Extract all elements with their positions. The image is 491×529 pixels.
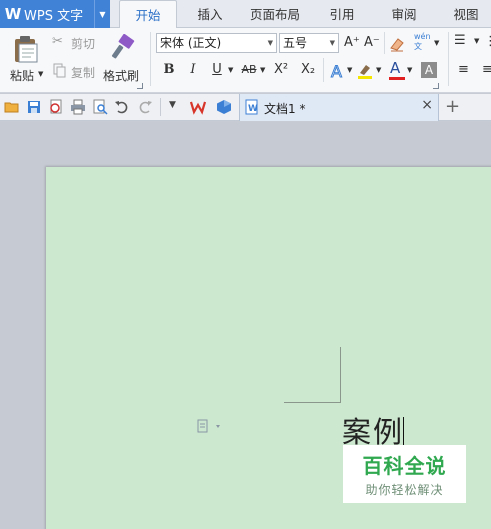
scissors-icon: ✂ bbox=[52, 34, 63, 49]
watermark-badge: 百科全说 助你轻松解决 bbox=[343, 445, 466, 503]
quick-access-toolbar: ▼ W 文档1 * × + bbox=[0, 94, 491, 121]
paste-button[interactable]: 粘贴 ▼ bbox=[6, 32, 46, 86]
toolbar-separator bbox=[160, 98, 161, 116]
copy-button[interactable]: 复制 bbox=[52, 63, 100, 81]
paste-options-icon[interactable] bbox=[196, 419, 222, 433]
app-dropdown-icon[interactable]: ▼ bbox=[94, 0, 110, 28]
cut-button[interactable]: ✂ 剪切 bbox=[52, 34, 100, 52]
bullet-list-icon: ☰ bbox=[454, 33, 466, 48]
app-title: WPS 文字 bbox=[24, 8, 84, 24]
font-size-value: 五号 bbox=[283, 36, 308, 50]
font-group-launcher-icon[interactable] bbox=[433, 83, 439, 89]
clipboard-icon bbox=[15, 36, 38, 63]
save-icon[interactable] bbox=[26, 99, 42, 115]
copy-label: 复制 bbox=[71, 66, 96, 80]
tab-review[interactable]: 审阅 bbox=[380, 0, 428, 28]
export-pdf-icon[interactable] bbox=[48, 99, 64, 115]
ribbon-home: 粘贴 ▼ ✂ 剪切 复制 格式刷 宋体 (正文) ▼ 五号 ▼ A⁺ A⁻ wé… bbox=[0, 28, 491, 93]
document-tab-title: 文档1 * bbox=[264, 102, 306, 116]
align-left-icon[interactable]: ≡ bbox=[458, 62, 469, 77]
menu-tab-bar: W WPS 文字 ▼ 开始 插入 页面布局 引用 审阅 视图 bbox=[0, 0, 491, 29]
app-menu-button[interactable]: W WPS 文字 ▼ bbox=[0, 0, 110, 28]
cut-label: 剪切 bbox=[71, 37, 96, 51]
italic-button[interactable]: I bbox=[183, 61, 203, 79]
bullet-list-button[interactable]: ☰ ▼ bbox=[454, 33, 484, 53]
open-folder-icon[interactable] bbox=[4, 99, 20, 115]
svg-text:A: A bbox=[331, 62, 342, 80]
subscript-button[interactable]: X₂ bbox=[297, 61, 319, 79]
font-color-bar bbox=[389, 77, 405, 80]
char-shading-letter: A bbox=[424, 63, 434, 77]
document-tab[interactable]: W 文档1 * × bbox=[239, 94, 439, 121]
wps-logo-icon: W bbox=[4, 5, 22, 23]
text-effect-dropdown-icon[interactable]: ▼ bbox=[347, 66, 352, 74]
redo-icon[interactable] bbox=[137, 99, 153, 115]
highlight-dropdown-icon[interactable]: ▼ bbox=[376, 66, 381, 74]
font-color-letter: A bbox=[390, 59, 401, 77]
new-tab-icon[interactable]: + bbox=[445, 96, 460, 117]
undo-icon[interactable] bbox=[114, 99, 130, 115]
font-size-select[interactable]: 五号 ▼ bbox=[279, 33, 339, 53]
print-preview-icon[interactable] bbox=[92, 99, 108, 115]
document-text-content: 案例 bbox=[342, 415, 405, 449]
superscript-button[interactable]: X² bbox=[270, 61, 292, 79]
copy-icon bbox=[53, 63, 66, 78]
font-color-button[interactable]: A bbox=[388, 59, 406, 81]
font-name-value: 宋体 (正文) bbox=[160, 36, 222, 50]
wps-app-icon[interactable] bbox=[190, 99, 206, 115]
ribbon-separator bbox=[150, 32, 151, 86]
phonetic-guide-button[interactable]: wén 文 ▼ bbox=[410, 32, 440, 56]
document-icon: W bbox=[245, 99, 258, 115]
close-tab-icon[interactable]: × bbox=[421, 97, 433, 113]
tab-page-layout[interactable]: 页面布局 bbox=[242, 0, 308, 28]
text-effect-icon[interactable]: A bbox=[329, 62, 347, 80]
tab-references[interactable]: 引用 bbox=[318, 0, 366, 28]
format-painter-label: 格式刷 bbox=[103, 69, 140, 83]
underline-button[interactable]: U bbox=[207, 61, 227, 79]
char-shading-button[interactable]: A bbox=[421, 62, 437, 78]
svg-text:W: W bbox=[248, 104, 258, 114]
clipboard-group-launcher-icon[interactable] bbox=[137, 83, 143, 89]
font-name-select[interactable]: 宋体 (正文) ▼ bbox=[156, 33, 277, 53]
bullet-list-dropdown-icon: ▼ bbox=[474, 37, 480, 45]
margin-corner-mark-horizontal bbox=[284, 402, 341, 403]
font-color-dropdown-icon[interactable]: ▼ bbox=[407, 66, 412, 74]
tab-insert[interactable]: 插入 bbox=[186, 0, 234, 28]
strikethrough-button[interactable]: AB bbox=[237, 61, 261, 79]
watermark-title: 百科全说 bbox=[362, 454, 447, 478]
font-size-dropdown-icon: ▼ bbox=[329, 39, 335, 47]
tab-home[interactable]: 开始 bbox=[119, 0, 177, 29]
bold-button[interactable]: B bbox=[159, 61, 179, 79]
margin-corner-mark-vertical bbox=[340, 347, 341, 403]
paintbrush-icon bbox=[111, 34, 135, 59]
underline-dropdown-icon[interactable]: ▼ bbox=[228, 66, 233, 74]
number-list-icon[interactable]: ⋮ bbox=[484, 34, 491, 49]
phonetic-dropdown-icon: ▼ bbox=[434, 39, 440, 47]
format-painter-button[interactable]: 格式刷 bbox=[102, 32, 144, 86]
text-caret bbox=[403, 417, 405, 447]
customize-toolbar-dropdown-icon[interactable]: ▼ bbox=[169, 100, 176, 110]
print-icon[interactable] bbox=[70, 99, 86, 115]
grow-font-button[interactable]: A⁺ bbox=[344, 35, 360, 50]
highlight-icon[interactable] bbox=[356, 62, 374, 80]
paste-label: 粘贴 bbox=[10, 69, 35, 83]
watermark-subtitle: 助你轻松解决 bbox=[365, 483, 444, 497]
align-center-icon[interactable]: ≡ bbox=[482, 62, 491, 77]
shrink-font-button[interactable]: A⁻ bbox=[364, 35, 380, 50]
clear-format-icon[interactable] bbox=[388, 35, 406, 53]
tab-view[interactable]: 视图 bbox=[442, 0, 490, 28]
ribbon-separator bbox=[384, 32, 385, 54]
ribbon-separator bbox=[323, 58, 324, 82]
strikethrough-dropdown-icon[interactable]: ▼ bbox=[260, 66, 265, 74]
font-name-dropdown-icon: ▼ bbox=[267, 39, 273, 47]
ribbon-separator bbox=[448, 58, 449, 82]
cloud-docs-icon[interactable] bbox=[216, 99, 232, 115]
paste-dropdown-icon[interactable]: ▼ bbox=[38, 70, 43, 78]
